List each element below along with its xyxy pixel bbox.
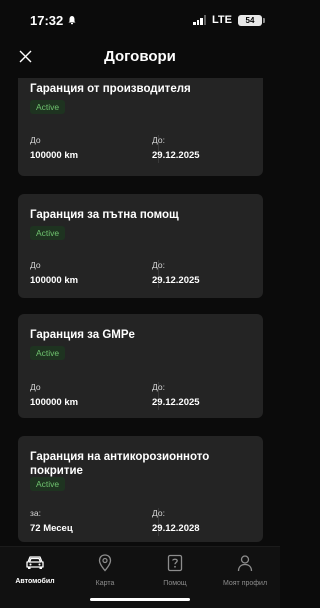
page-title: Договори (104, 47, 176, 65)
tab-help[interactable]: Помощ (140, 554, 210, 587)
network-type: LTE (212, 14, 232, 26)
tab-profile[interactable]: Моят профил (210, 554, 280, 587)
field-label: До: (152, 260, 165, 270)
field-value: 100000 km (30, 397, 79, 408)
tab-label: Помощ (163, 580, 187, 587)
tab-label: Автомобил (15, 578, 55, 585)
tab-vehicle[interactable]: Автомобил (0, 554, 70, 585)
tab-label: Моят профил (222, 580, 268, 587)
field-label: До: (152, 135, 165, 145)
battery-icon: 54 (238, 14, 265, 26)
help-icon (167, 554, 183, 572)
field-label: До (30, 135, 41, 145)
field-value: 29.12.2025 (152, 275, 200, 286)
status-badge: Active (30, 477, 66, 491)
tab-label: Карта (95, 580, 115, 587)
profile-icon (237, 555, 253, 572)
status-badge: Active (30, 100, 66, 114)
field-label: До: (152, 382, 165, 392)
bell-muted-icon (68, 16, 76, 25)
status-badge: Active (30, 226, 66, 240)
field-value: 29.12.2025 (152, 397, 200, 408)
contract-card[interactable]: Гаранция на антикорозионното покритие Ac… (18, 436, 263, 542)
status-bar: 17:32 LTE 54 (0, 0, 280, 40)
field-label: за: (30, 508, 41, 518)
battery-level: 54 (245, 15, 255, 25)
contracts-list[interactable]: Гаранция от производителя Active До 1000… (0, 78, 280, 546)
field-value: 100000 km (30, 275, 79, 286)
status-badge: Active (30, 346, 66, 360)
field-value: 72 Месец (30, 523, 73, 534)
car-icon (26, 556, 44, 569)
contract-title: Гаранция от производителя (30, 83, 191, 95)
signal-icon (193, 15, 207, 25)
field-label: До (30, 260, 41, 270)
home-indicator (90, 598, 190, 601)
field-label: До (30, 382, 41, 392)
contract-title: Гаранция на антикорозионното покритие (30, 451, 210, 477)
field-value: 29.12.2025 (152, 150, 200, 161)
field-label: До: (152, 508, 165, 518)
tab-map[interactable]: Карта (70, 554, 140, 587)
header: Договори (0, 40, 280, 72)
contract-title: Гаранция за GMPe (30, 329, 135, 341)
close-button[interactable] (16, 47, 34, 65)
field-value: 29.12.2028 (152, 523, 200, 534)
contract-card[interactable]: Гаранция за GMPe Active До 100000 km До:… (18, 314, 263, 418)
close-icon (19, 50, 31, 62)
status-time: 17:32 (30, 12, 64, 28)
field-value: 100000 km (30, 150, 79, 161)
contract-title: Гаранция за пътна помощ (30, 209, 179, 221)
map-pin-icon (98, 554, 112, 572)
contract-card[interactable]: Гаранция за пътна помощ Active До 100000… (18, 194, 263, 298)
contract-card[interactable]: Гаранция от производителя Active До 1000… (18, 78, 263, 176)
